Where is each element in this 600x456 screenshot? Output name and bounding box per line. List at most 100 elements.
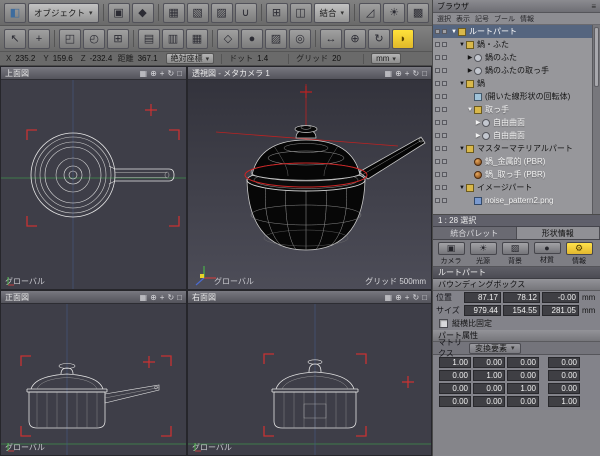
front-view-canvas[interactable]	[1, 304, 187, 456]
matrix-cell[interactable]: 1.00	[473, 370, 505, 381]
render-toggle-icon[interactable]	[442, 146, 447, 151]
select-tool-icon[interactable]: ↖	[4, 28, 26, 49]
camera-tab-icon[interactable]: ▣ カメラ	[436, 242, 466, 265]
measure-icon[interactable]: ◿	[359, 2, 382, 23]
viewport-right[interactable]: 右面図 ▦ ⊕ + ↻ □ グローバル	[187, 290, 432, 456]
matrix-cell[interactable]: 1.00	[439, 357, 471, 368]
viewport-pan-icon[interactable]: +	[405, 69, 410, 78]
viewport-rotate-icon[interactable]: ↻	[412, 293, 419, 302]
tree-item[interactable]: ▶ 鍋のふた	[433, 51, 592, 64]
shaded-display-icon[interactable]: ●	[241, 28, 263, 49]
visibility-toggle-icon[interactable]	[435, 55, 440, 60]
render-toggle-icon[interactable]	[442, 68, 447, 73]
object-mode-dropdown[interactable]: オブジェクト ▾	[28, 2, 99, 23]
matrix-cell[interactable]: 0.00	[439, 370, 471, 381]
camera-display-icon[interactable]: ◎	[289, 28, 311, 49]
visibility-toggle-icon[interactable]	[435, 172, 440, 177]
tree-item[interactable]: ▼ イメージパート	[433, 181, 592, 194]
viewport-maximize-icon[interactable]: □	[177, 69, 182, 78]
tab-shape-info[interactable]: 形状情報	[516, 227, 600, 239]
tree-item[interactable]: ▼ 鍋	[433, 77, 592, 90]
tree-item[interactable]: (開いた線形状の回転体)	[433, 90, 592, 103]
viewport-zoom-icon[interactable]: ⊕	[150, 293, 157, 302]
visibility-toggle-icon[interactable]	[435, 107, 440, 112]
visibility-toggle-icon[interactable]	[435, 120, 440, 125]
matrix-cell[interactable]: 0.00	[439, 396, 471, 407]
perspective-view-canvas[interactable]	[188, 80, 432, 290]
browser-column-label[interactable]: 情報	[520, 14, 534, 24]
tree-expand-arrow[interactable]: ▼	[466, 107, 474, 113]
subdivision-surface-icon[interactable]: ▧	[186, 2, 209, 23]
scrollbar-thumb[interactable]	[594, 27, 599, 87]
light-tab-icon[interactable]: ☀ 光源	[468, 242, 498, 265]
z-value[interactable]: -232.4	[90, 54, 114, 63]
create-part-icon[interactable]: ▣	[107, 2, 130, 23]
viewport-rotate-icon[interactable]: ↻	[167, 293, 174, 302]
tree-expand-arrow[interactable]: ▼	[458, 42, 466, 48]
render-toggle-icon[interactable]	[442, 133, 447, 138]
visibility-toggle-icon[interactable]	[435, 185, 440, 190]
matrix-cell[interactable]: 0.00	[507, 370, 539, 381]
visibility-toggle-icon[interactable]	[435, 94, 440, 99]
matrix-cell[interactable]: 0.00	[507, 357, 539, 368]
layout-single-view-icon[interactable]: ▤	[138, 28, 160, 49]
tree-expand-arrow[interactable]: ▶	[466, 67, 474, 74]
transform-elements-dropdown[interactable]: 変換要素 ▾	[469, 342, 521, 354]
rotate-manipulator-icon[interactable]: ◴	[83, 28, 105, 49]
snap-magnet-icon[interactable]: ∪	[234, 2, 257, 23]
tree-item[interactable]: ▶ 自由曲面	[433, 116, 592, 129]
mirror-icon[interactable]: ◫	[289, 2, 312, 23]
render-toggle-icon[interactable]	[442, 29, 447, 34]
tree-item[interactable]: ▼ 取っ手	[433, 103, 592, 116]
visibility-toggle-icon[interactable]	[435, 68, 440, 73]
tree-expand-arrow[interactable]: ▼	[458, 146, 466, 152]
visibility-toggle-icon[interactable]	[435, 146, 440, 151]
matrix-cell[interactable]: 0.00	[548, 370, 580, 381]
viewport-zoom-icon[interactable]: ⊕	[395, 293, 402, 302]
top-view-canvas[interactable]	[1, 80, 187, 290]
wireframe-display-icon[interactable]: ◇	[217, 28, 239, 49]
render-toggle-icon[interactable]	[442, 107, 447, 112]
right-view-canvas[interactable]	[188, 304, 432, 456]
render-settings-icon[interactable]: ▩	[407, 2, 430, 23]
viewport-rotate-icon[interactable]: ↻	[167, 69, 174, 78]
browser-menu-icon[interactable]: ≡	[591, 2, 596, 11]
tree-item[interactable]: ▼ マスターマテリアルパート	[433, 142, 592, 155]
position-x-field[interactable]: 87.17	[464, 292, 501, 303]
visibility-toggle-icon[interactable]	[435, 198, 440, 203]
browser-scrollbar[interactable]	[592, 25, 600, 214]
matrix-cell[interactable]: 1.00	[548, 396, 580, 407]
viewport-layout-icon[interactable]: ▦	[140, 69, 148, 78]
viewport-pan-icon[interactable]: +	[160, 69, 165, 78]
texture-display-icon[interactable]: ▨	[265, 28, 287, 49]
render-toggle-icon[interactable]	[442, 172, 447, 177]
position-z-field[interactable]: -0.00	[542, 292, 579, 303]
render-toggle-icon[interactable]	[442, 120, 447, 125]
memo-bubble-icon[interactable]: ◗	[392, 28, 414, 49]
join-mode-dropdown[interactable]: 結合 ▾	[313, 2, 351, 23]
matrix-cell[interactable]: 0.00	[507, 396, 539, 407]
tree-expand-arrow[interactable]: ▼	[458, 81, 466, 87]
viewport-rotate-icon[interactable]: ↻	[412, 69, 419, 78]
zoom-view-icon[interactable]: ⊕	[344, 28, 366, 49]
light-icon[interactable]: ☀	[383, 2, 406, 23]
viewport-layout-icon[interactable]: ▦	[385, 69, 393, 78]
render-toggle-icon[interactable]	[442, 185, 447, 190]
render-toggle-icon[interactable]	[442, 55, 447, 60]
render-toggle-icon[interactable]	[442, 94, 447, 99]
render-toggle-icon[interactable]	[442, 42, 447, 47]
matrix-cell[interactable]: 0.00	[548, 383, 580, 394]
coordinate-mode-dropdown[interactable]: 絶対座標 ▾	[165, 53, 215, 64]
tree-item[interactable]: ▼ ルートパート	[433, 25, 592, 38]
grid-snap-icon[interactable]: ⊞	[265, 2, 288, 23]
render-toggle-icon[interactable]	[442, 159, 447, 164]
y-value[interactable]: 159.6	[53, 54, 77, 63]
browser-column-label[interactable]: 記号	[475, 14, 489, 24]
matrix-cell[interactable]: 0.00	[439, 383, 471, 394]
material-tab-icon[interactable]: ● 材質	[532, 242, 562, 264]
matrix-cell[interactable]: 0.00	[473, 396, 505, 407]
unit-dropdown[interactable]: mm ▾	[371, 53, 401, 64]
browser-column-label[interactable]: 表示	[456, 14, 470, 24]
tree-item[interactable]: 鍋_金属的 (PBR)	[433, 155, 592, 168]
line-shape-icon[interactable]: ▨	[210, 2, 233, 23]
